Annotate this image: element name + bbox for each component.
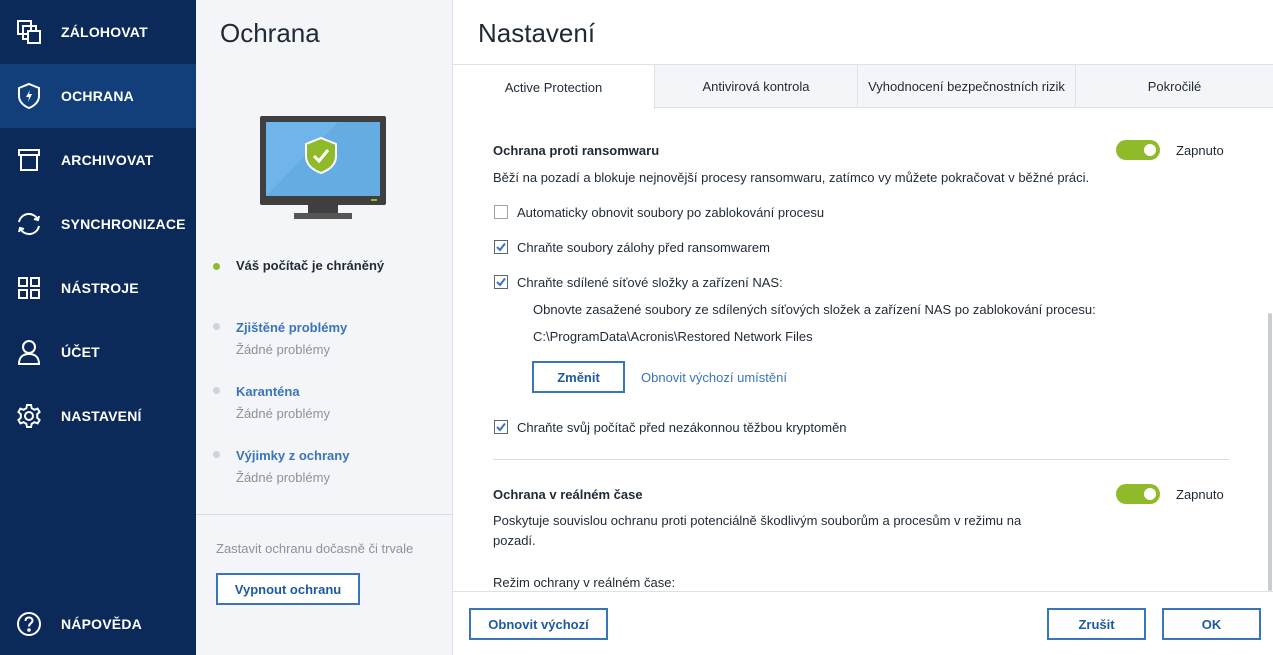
sidebar-item-label: NASTAVENÍ [61, 408, 142, 424]
reset-defaults-button[interactable]: Obnovit výchozí [469, 608, 608, 640]
exclusions-link[interactable]: Výjimky z ochrany [236, 448, 349, 463]
status-dot [213, 451, 220, 458]
auto-recover-checkbox[interactable] [494, 205, 508, 219]
sidebar-item-protection[interactable]: OCHRANA [0, 64, 196, 128]
account-icon [14, 337, 44, 367]
protect-nas-label: Chraňte sdílené síťové složky a zařízení… [517, 275, 783, 290]
scrollbar[interactable] [1268, 313, 1272, 591]
realtime-description-line1: Poskytuje souvislou ochranu proti potenc… [493, 513, 1022, 528]
auto-recover-label: Automaticky obnovit soubory po zabloková… [517, 205, 825, 220]
quarantine-link[interactable]: Karanténa [236, 384, 300, 399]
realtime-title: Ochrana v reálném čase [493, 487, 643, 502]
protect-backups-checkbox[interactable] [494, 240, 508, 254]
ransomware-description: Běží na pozadí a blokuje nejnovější proc… [493, 170, 1090, 185]
realtime-description-line2: pozadí. [493, 533, 536, 548]
status-dot [213, 323, 220, 330]
ransomware-toggle[interactable] [1116, 140, 1160, 160]
realtime-toggle[interactable] [1116, 484, 1160, 504]
protect-backups-label: Chraňte soubory zálohy před ransomwarem [517, 240, 770, 255]
tab-active-protection[interactable]: Active Protection [453, 65, 655, 109]
settings-tabs: Active Protection Antivirová kontrola Vy… [453, 64, 1273, 109]
divider [196, 514, 453, 515]
archive-icon [14, 145, 44, 175]
ransomware-toggle-label: Zapnuto [1176, 143, 1224, 158]
sidebar-item-label: OCHRANA [61, 88, 134, 104]
gear-icon [14, 401, 44, 431]
exclusions-value: Žádné problémy [236, 470, 330, 485]
cryptomining-label: Chraňte svůj počítač před nezákonnou těž… [517, 420, 847, 435]
sidebar-item-label: NÁSTROJE [61, 280, 139, 296]
reset-location-link[interactable]: Obnovit výchozí umístění [641, 370, 787, 385]
tools-grid-icon [14, 273, 44, 303]
realtime-toggle-label: Zapnuto [1176, 487, 1224, 502]
protection-panel: Ochrana Váš počítač je chráněný Zjištěné… [196, 0, 453, 655]
tab-advanced[interactable]: Pokročilé [1076, 65, 1273, 108]
sidebar: ZÁLOHOVAT OCHRANA ARCHIVOVAT SYNCHRONIZA… [0, 0, 196, 655]
shield-icon [14, 81, 44, 111]
protection-status: Váš počítač je chráněný [236, 258, 385, 273]
sidebar-item-sync[interactable]: SYNCHRONIZACE [0, 192, 196, 256]
sidebar-item-help[interactable]: NÁPOVĚDA [0, 592, 196, 655]
sidebar-item-backup[interactable]: ZÁLOHOVAT [0, 0, 196, 64]
divider [493, 459, 1229, 460]
sync-icon [14, 209, 44, 239]
nas-recovery-note: Obnovte zasažené soubory ze sdílených sí… [533, 302, 1096, 317]
backup-icon [14, 17, 44, 47]
sidebar-item-archive[interactable]: ARCHIVOVAT [0, 128, 196, 192]
settings-content: Ochrana proti ransomwaru Zapnuto Běží na… [453, 108, 1273, 591]
disable-protection-button[interactable]: Vypnout ochranu [216, 573, 360, 605]
status-ok-dot [213, 263, 220, 270]
sidebar-item-tools[interactable]: NÁSTROJE [0, 256, 196, 320]
detected-problems-link[interactable]: Zjištěné problémy [236, 320, 347, 335]
sidebar-item-account[interactable]: ÚČET [0, 320, 196, 384]
panel-title: Ochrana [220, 18, 320, 48]
change-location-button[interactable]: Změnit [532, 361, 625, 393]
sidebar-item-label: SYNCHRONIZACE [61, 216, 186, 232]
settings-title: Nastavení [478, 18, 596, 48]
cancel-button[interactable]: Zrušit [1047, 608, 1146, 640]
help-icon [14, 609, 44, 639]
nas-recovery-path: C:\ProgramData\Acronis\Restored Network … [533, 329, 813, 344]
cryptomining-checkbox[interactable] [494, 420, 508, 434]
sidebar-item-label: ÚČET [61, 344, 100, 360]
protect-nas-checkbox[interactable] [494, 275, 508, 289]
tab-antivirus[interactable]: Antivirová kontrola [655, 65, 858, 108]
status-dot [213, 387, 220, 394]
realtime-mode-label: Režim ochrany v reálném čase: [493, 575, 676, 590]
settings-footer: Obnovit výchozí Zrušit OK [453, 591, 1273, 655]
detected-problems-value: Žádné problémy [236, 342, 330, 357]
sidebar-item-label: NÁPOVĚDA [61, 616, 142, 632]
tab-vulnerability-assessment[interactable]: Vyhodnocení bezpečnostních rizik [858, 65, 1076, 108]
pause-protection-text: Zastavit ochranu dočasně či trvale [216, 541, 414, 556]
ok-button[interactable]: OK [1162, 608, 1261, 640]
sidebar-item-settings[interactable]: NASTAVENÍ [0, 384, 196, 448]
sidebar-item-label: ARCHIVOVAT [61, 152, 154, 168]
ransomware-title: Ochrana proti ransomwaru [493, 143, 660, 158]
quarantine-value: Žádné problémy [236, 406, 330, 421]
sidebar-item-label: ZÁLOHOVAT [61, 24, 148, 40]
computer-protected-illustration [258, 114, 388, 227]
